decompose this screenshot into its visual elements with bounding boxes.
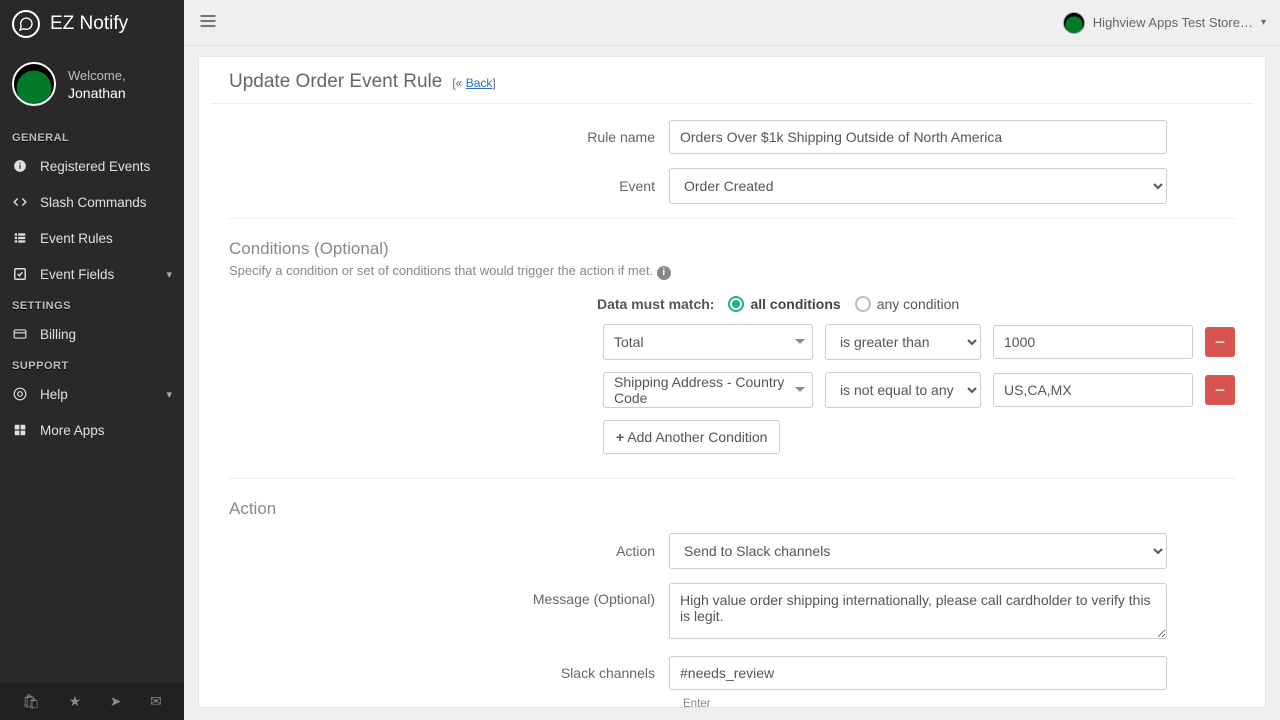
sidebar-item-label: Billing bbox=[40, 327, 76, 342]
topbar: Highview Apps Test Store… ▾ bbox=[184, 0, 1280, 46]
condition-field-select[interactable]: Total bbox=[603, 324, 813, 360]
card-icon bbox=[12, 326, 28, 342]
event-select[interactable]: Order Created bbox=[669, 168, 1167, 204]
sidebar-item-billing[interactable]: Billing bbox=[0, 316, 184, 352]
conditions-heading: Conditions (Optional) bbox=[199, 233, 1265, 263]
profile: Welcome, Jonathan bbox=[0, 48, 184, 124]
footer-mail-icon[interactable]: ✉ bbox=[150, 693, 162, 710]
condition-value-input[interactable] bbox=[993, 373, 1193, 407]
sidebar-item-label: Event Rules bbox=[40, 231, 113, 246]
sidebar: EZ Notify Welcome, Jonathan GENERAL Regi… bbox=[0, 0, 184, 720]
conditions-subtext: Specify a condition or set of conditions… bbox=[199, 263, 1265, 294]
sidebar-item-slash-commands[interactable]: Slash Commands bbox=[0, 184, 184, 220]
divider bbox=[229, 478, 1235, 479]
brand-icon bbox=[12, 10, 40, 38]
back-link[interactable]: Back bbox=[466, 76, 493, 90]
sidebar-item-registered-events[interactable]: Registered Events bbox=[0, 148, 184, 184]
condition-field-select[interactable]: Shipping Address - Country Code bbox=[603, 372, 813, 408]
section-general: GENERAL bbox=[0, 124, 184, 148]
channels-label: Slack channels bbox=[199, 665, 669, 681]
condition-row: Total is greater than − bbox=[199, 324, 1265, 372]
sidebar-item-label: Slash Commands bbox=[40, 195, 147, 210]
radio-icon bbox=[855, 296, 871, 312]
condition-op-select[interactable]: is not equal to any bbox=[825, 372, 981, 408]
divider bbox=[229, 218, 1235, 219]
condition-value-input[interactable] bbox=[993, 325, 1193, 359]
help-icon bbox=[12, 386, 28, 402]
remove-condition-button[interactable]: − bbox=[1205, 375, 1235, 405]
content-card: Update Order Event Rule [« Back] Rule na… bbox=[198, 56, 1266, 708]
message-textarea[interactable] bbox=[669, 583, 1167, 639]
radio-icon bbox=[728, 296, 744, 312]
page-title: Update Order Event Rule bbox=[229, 71, 442, 93]
footer-star-icon[interactable]: ★ bbox=[69, 693, 82, 710]
grid-icon bbox=[12, 422, 28, 438]
store-name: Highview Apps Test Store… bbox=[1093, 15, 1253, 30]
sidebar-item-more-apps[interactable]: More Apps bbox=[0, 412, 184, 448]
match-all-radio[interactable]: all conditions bbox=[728, 296, 840, 312]
sidebar-item-event-fields[interactable]: Event Fields ▾ bbox=[0, 256, 184, 292]
radio-label: any condition bbox=[877, 296, 960, 312]
channels-hint: Enter up to 3 channels separated by a co… bbox=[199, 692, 719, 708]
condition-row: Shipping Address - Country Code is not e… bbox=[199, 372, 1265, 420]
username: Jonathan bbox=[68, 85, 126, 101]
menu-toggle-icon[interactable] bbox=[198, 11, 218, 34]
sidebar-item-label: More Apps bbox=[40, 423, 105, 438]
brand-name: EZ Notify bbox=[50, 13, 128, 35]
add-condition-button[interactable]: + Add Another Condition bbox=[603, 420, 780, 454]
event-label: Event bbox=[199, 178, 669, 194]
chevron-down-icon: ▾ bbox=[166, 268, 172, 281]
code-icon bbox=[12, 194, 28, 210]
rule-name-label: Rule name bbox=[199, 129, 669, 145]
brand[interactable]: EZ Notify bbox=[0, 0, 184, 48]
sidebar-footer: 🛍 ★ ➤ ✉ bbox=[0, 683, 184, 720]
section-support: SUPPORT bbox=[0, 352, 184, 376]
radio-label: all conditions bbox=[750, 296, 840, 312]
sidebar-item-help[interactable]: Help ▾ bbox=[0, 376, 184, 412]
sidebar-item-label: Registered Events bbox=[40, 159, 150, 174]
match-any-radio[interactable]: any condition bbox=[855, 296, 960, 312]
match-label: Data must match: bbox=[597, 296, 714, 312]
channels-input[interactable] bbox=[669, 656, 1167, 690]
back-link-container: [« Back] bbox=[452, 76, 495, 90]
chevron-down-icon: ▾ bbox=[166, 388, 172, 401]
action-label: Action bbox=[199, 543, 669, 559]
store-avatar bbox=[1063, 12, 1085, 34]
section-settings: SETTINGS bbox=[0, 292, 184, 316]
welcome-text: Welcome, bbox=[68, 68, 126, 83]
remove-condition-button[interactable]: − bbox=[1205, 327, 1235, 357]
sidebar-item-label: Help bbox=[40, 387, 68, 402]
footer-send-icon[interactable]: ➤ bbox=[110, 693, 122, 710]
sidebar-item-event-rules[interactable]: Event Rules bbox=[0, 220, 184, 256]
footer-bag-icon[interactable]: 🛍 bbox=[22, 693, 40, 710]
check-icon bbox=[12, 266, 28, 282]
info-icon[interactable]: i bbox=[657, 266, 671, 280]
list-icon bbox=[12, 230, 28, 246]
message-label: Message (Optional) bbox=[199, 583, 669, 607]
store-switcher[interactable]: Highview Apps Test Store… ▾ bbox=[1063, 12, 1266, 34]
action-heading: Action bbox=[199, 493, 1265, 523]
action-select[interactable]: Send to Slack channels bbox=[669, 533, 1167, 569]
sidebar-item-label: Event Fields bbox=[40, 267, 114, 282]
back-suffix: ] bbox=[492, 76, 495, 90]
back-prefix: [« bbox=[452, 76, 465, 90]
chevron-down-icon: ▾ bbox=[1261, 17, 1266, 28]
info-icon bbox=[12, 158, 28, 174]
condition-op-select[interactable]: is greater than bbox=[825, 324, 981, 360]
rule-name-input[interactable] bbox=[669, 120, 1167, 154]
match-row: Data must match: all conditions any cond… bbox=[199, 294, 1265, 324]
avatar[interactable] bbox=[12, 62, 56, 106]
